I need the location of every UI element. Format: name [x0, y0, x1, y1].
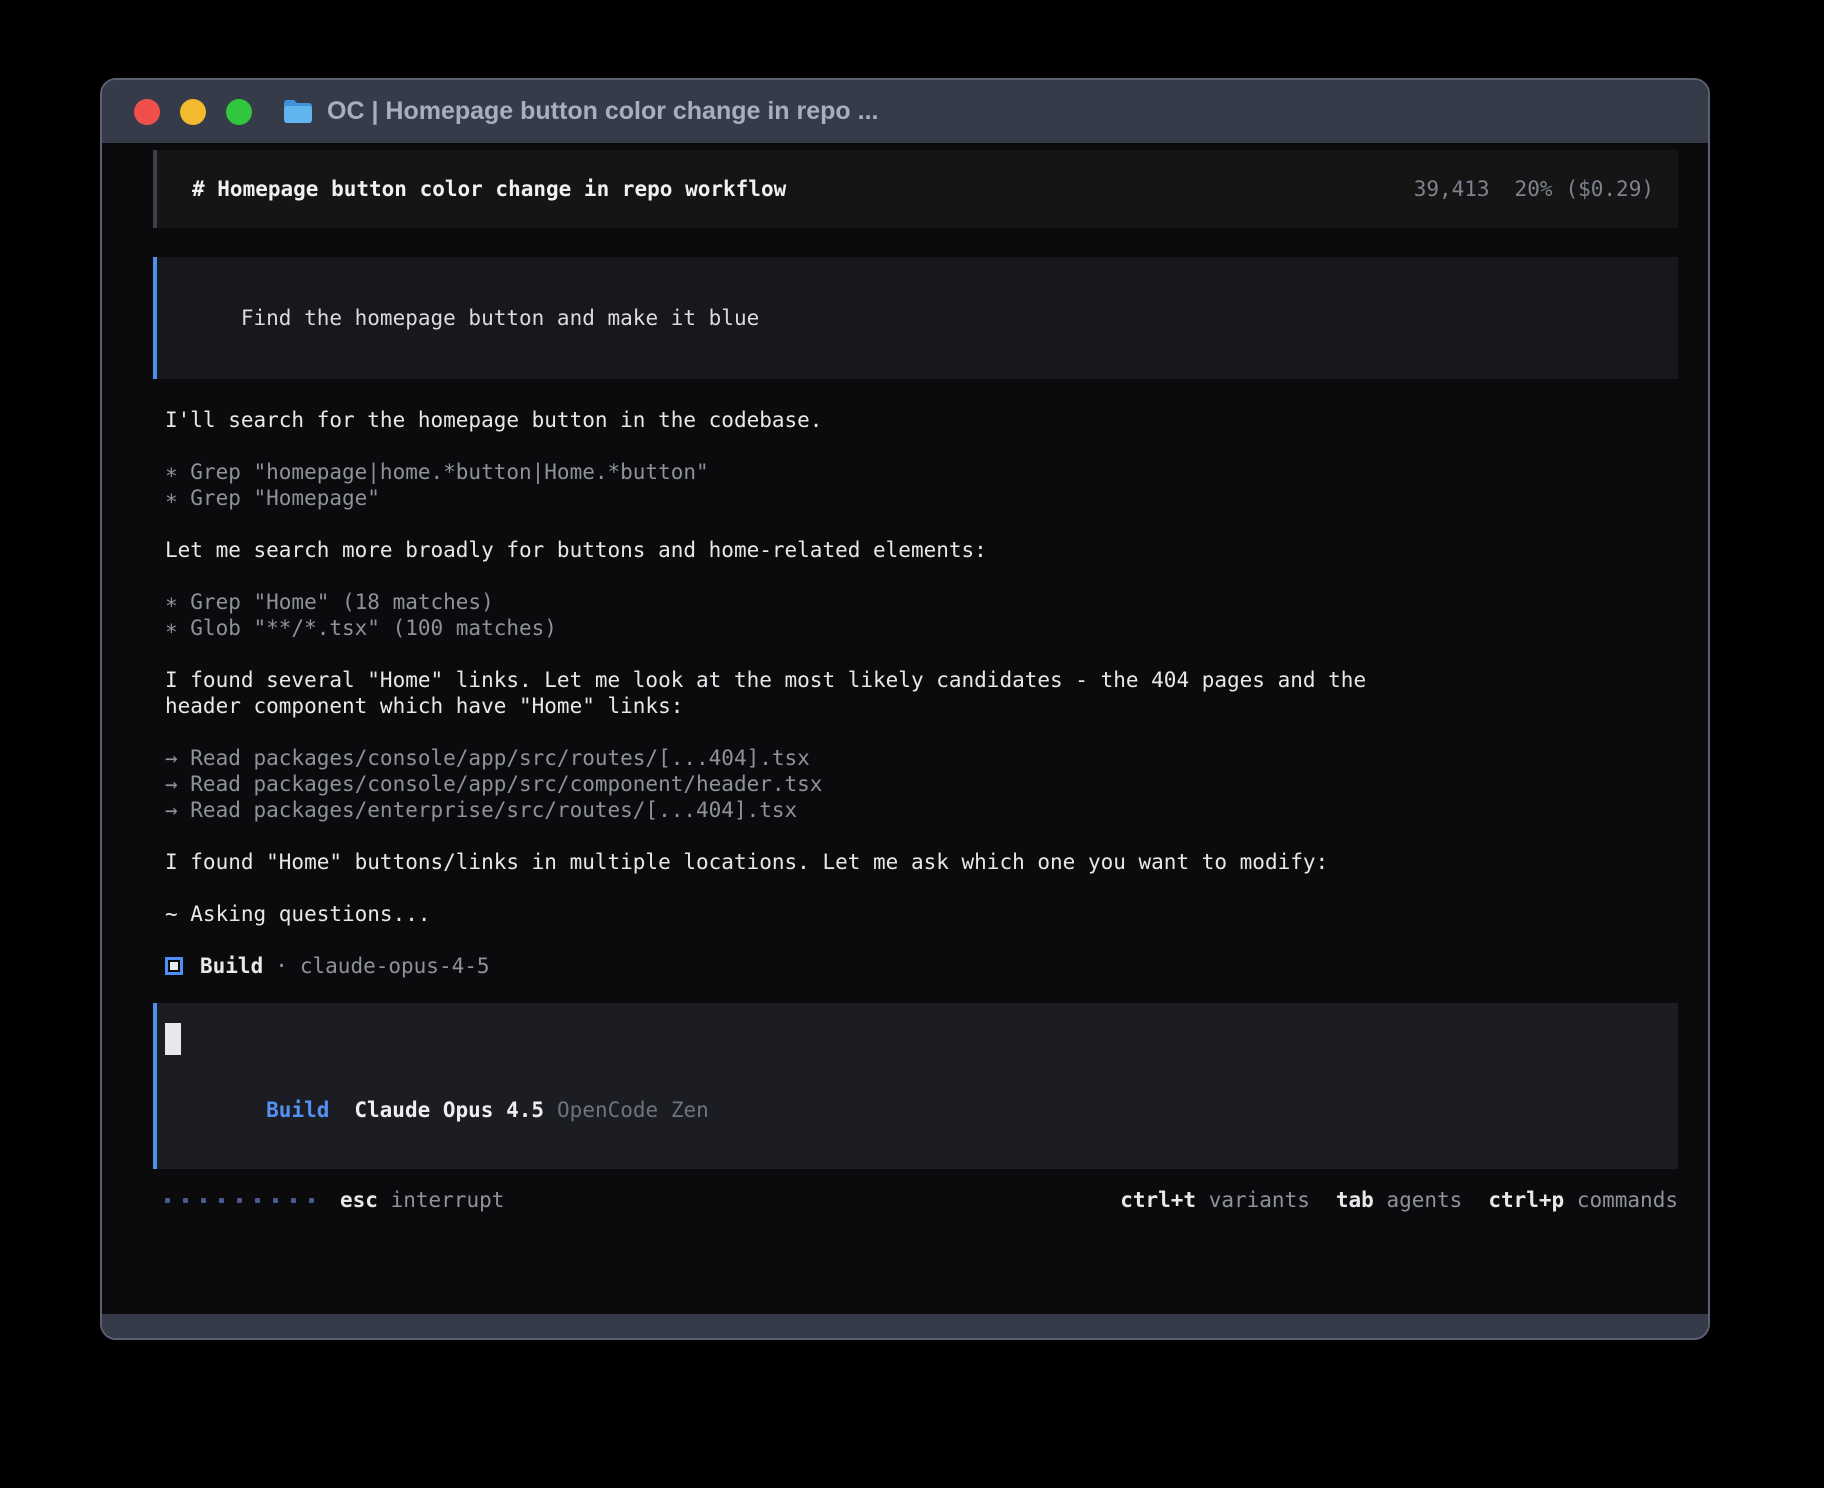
build-agent-icon [165, 957, 183, 975]
agent-badge: Build [266, 1098, 329, 1122]
tool-call-read: → Read packages/console/app/src/componen… [165, 771, 1678, 797]
activity-dot [273, 1198, 278, 1203]
session-header: # Homepage button color change in repo w… [153, 150, 1678, 228]
assistant-text-line: Let me search more broadly for buttons a… [165, 537, 1678, 563]
close-button[interactable] [134, 99, 160, 125]
agent-name: Build [200, 953, 263, 979]
window-title: OC | Homepage button color change in rep… [327, 97, 878, 126]
tool-call-grep: ∗ Grep "Homepage" [165, 485, 1678, 511]
prompt-input[interactable]: Build Claude Opus 4.5 OpenCode Zen [153, 1003, 1678, 1169]
tool-call-read: → Read packages/enterprise/src/routes/[.… [165, 797, 1678, 823]
window-titlebar[interactable]: OC | Homepage button color change in rep… [102, 80, 1708, 143]
model-label: Claude Opus 4.5 [354, 1098, 544, 1122]
shortcut-hints: ctrl+t variants tab agents ctrl+p comman… [1094, 1187, 1678, 1213]
folder-icon [282, 99, 314, 125]
activity-dot [255, 1198, 260, 1203]
tool-call-glob: ∗ Glob "**/*.tsx" (100 matches) [165, 615, 1678, 641]
shortcut-agents: tab agents [1336, 1187, 1462, 1213]
session-stats: 39,413 20% ($0.29) [1414, 176, 1654, 202]
activity-dot [183, 1198, 188, 1203]
tool-call-read: → Read packages/console/app/src/routes/[… [165, 745, 1678, 771]
terminal-window: OC | Homepage button color change in rep… [100, 78, 1710, 1340]
user-message: Find the homepage button and make it blu… [153, 257, 1678, 379]
provider-label: OpenCode Zen [557, 1098, 709, 1122]
activity-dots [165, 1198, 314, 1203]
assistant-text-line: I'll search for the homepage button in t… [165, 407, 1678, 433]
fullscreen-button[interactable] [226, 99, 252, 125]
context-percent: 20% [1515, 177, 1553, 201]
model-name: claude-opus-4-5 [300, 953, 490, 979]
status-bar: esc interrupt ctrl+t variants tab agents… [165, 1187, 1678, 1213]
tool-call-grep: ∗ Grep "Home" (18 matches) [165, 589, 1678, 615]
tool-call-grep: ∗ Grep "homepage|home.*button|Home.*butt… [165, 459, 1678, 485]
input-meta: Build Claude Opus 4.5 OpenCode Zen [165, 1071, 1654, 1149]
shortcut-variants: ctrl+t variants [1120, 1187, 1310, 1213]
terminal-content: # Homepage button color change in repo w… [102, 143, 1708, 1314]
shortcut-commands: ctrl+p commands [1488, 1187, 1678, 1213]
agent-status-row: Build · claude-opus-4-5 [165, 953, 1678, 979]
session-cost: ($0.29) [1565, 177, 1654, 201]
window-footer [102, 1314, 1708, 1338]
activity-dot [165, 1198, 170, 1203]
activity-dot [219, 1198, 224, 1203]
separator-dot: · [275, 953, 288, 979]
minimize-button[interactable] [180, 99, 206, 125]
assistant-text-line: I found several "Home" links. Let me loo… [165, 667, 1678, 693]
traffic-lights [134, 99, 252, 125]
token-count: 39,413 [1414, 177, 1490, 201]
activity-dot [201, 1198, 206, 1203]
activity-dot [237, 1198, 242, 1203]
assistant-text-line: I found "Home" buttons/links in multiple… [165, 849, 1678, 875]
session-title: # Homepage button color change in repo w… [192, 176, 786, 202]
assistant-text-line: header component which have "Home" links… [165, 693, 1678, 719]
assistant-status-line: ~ Asking questions... [165, 901, 1678, 927]
activity-dot [291, 1198, 296, 1203]
text-cursor [165, 1023, 181, 1055]
esc-key: esc [340, 1188, 378, 1212]
assistant-transcript: I'll search for the homepage button in t… [153, 407, 1678, 979]
esc-hint: esc interrupt [340, 1187, 504, 1213]
user-message-text: Find the homepage button and make it blu… [241, 306, 759, 330]
esc-label: interrupt [391, 1188, 505, 1212]
activity-dot [309, 1198, 314, 1203]
